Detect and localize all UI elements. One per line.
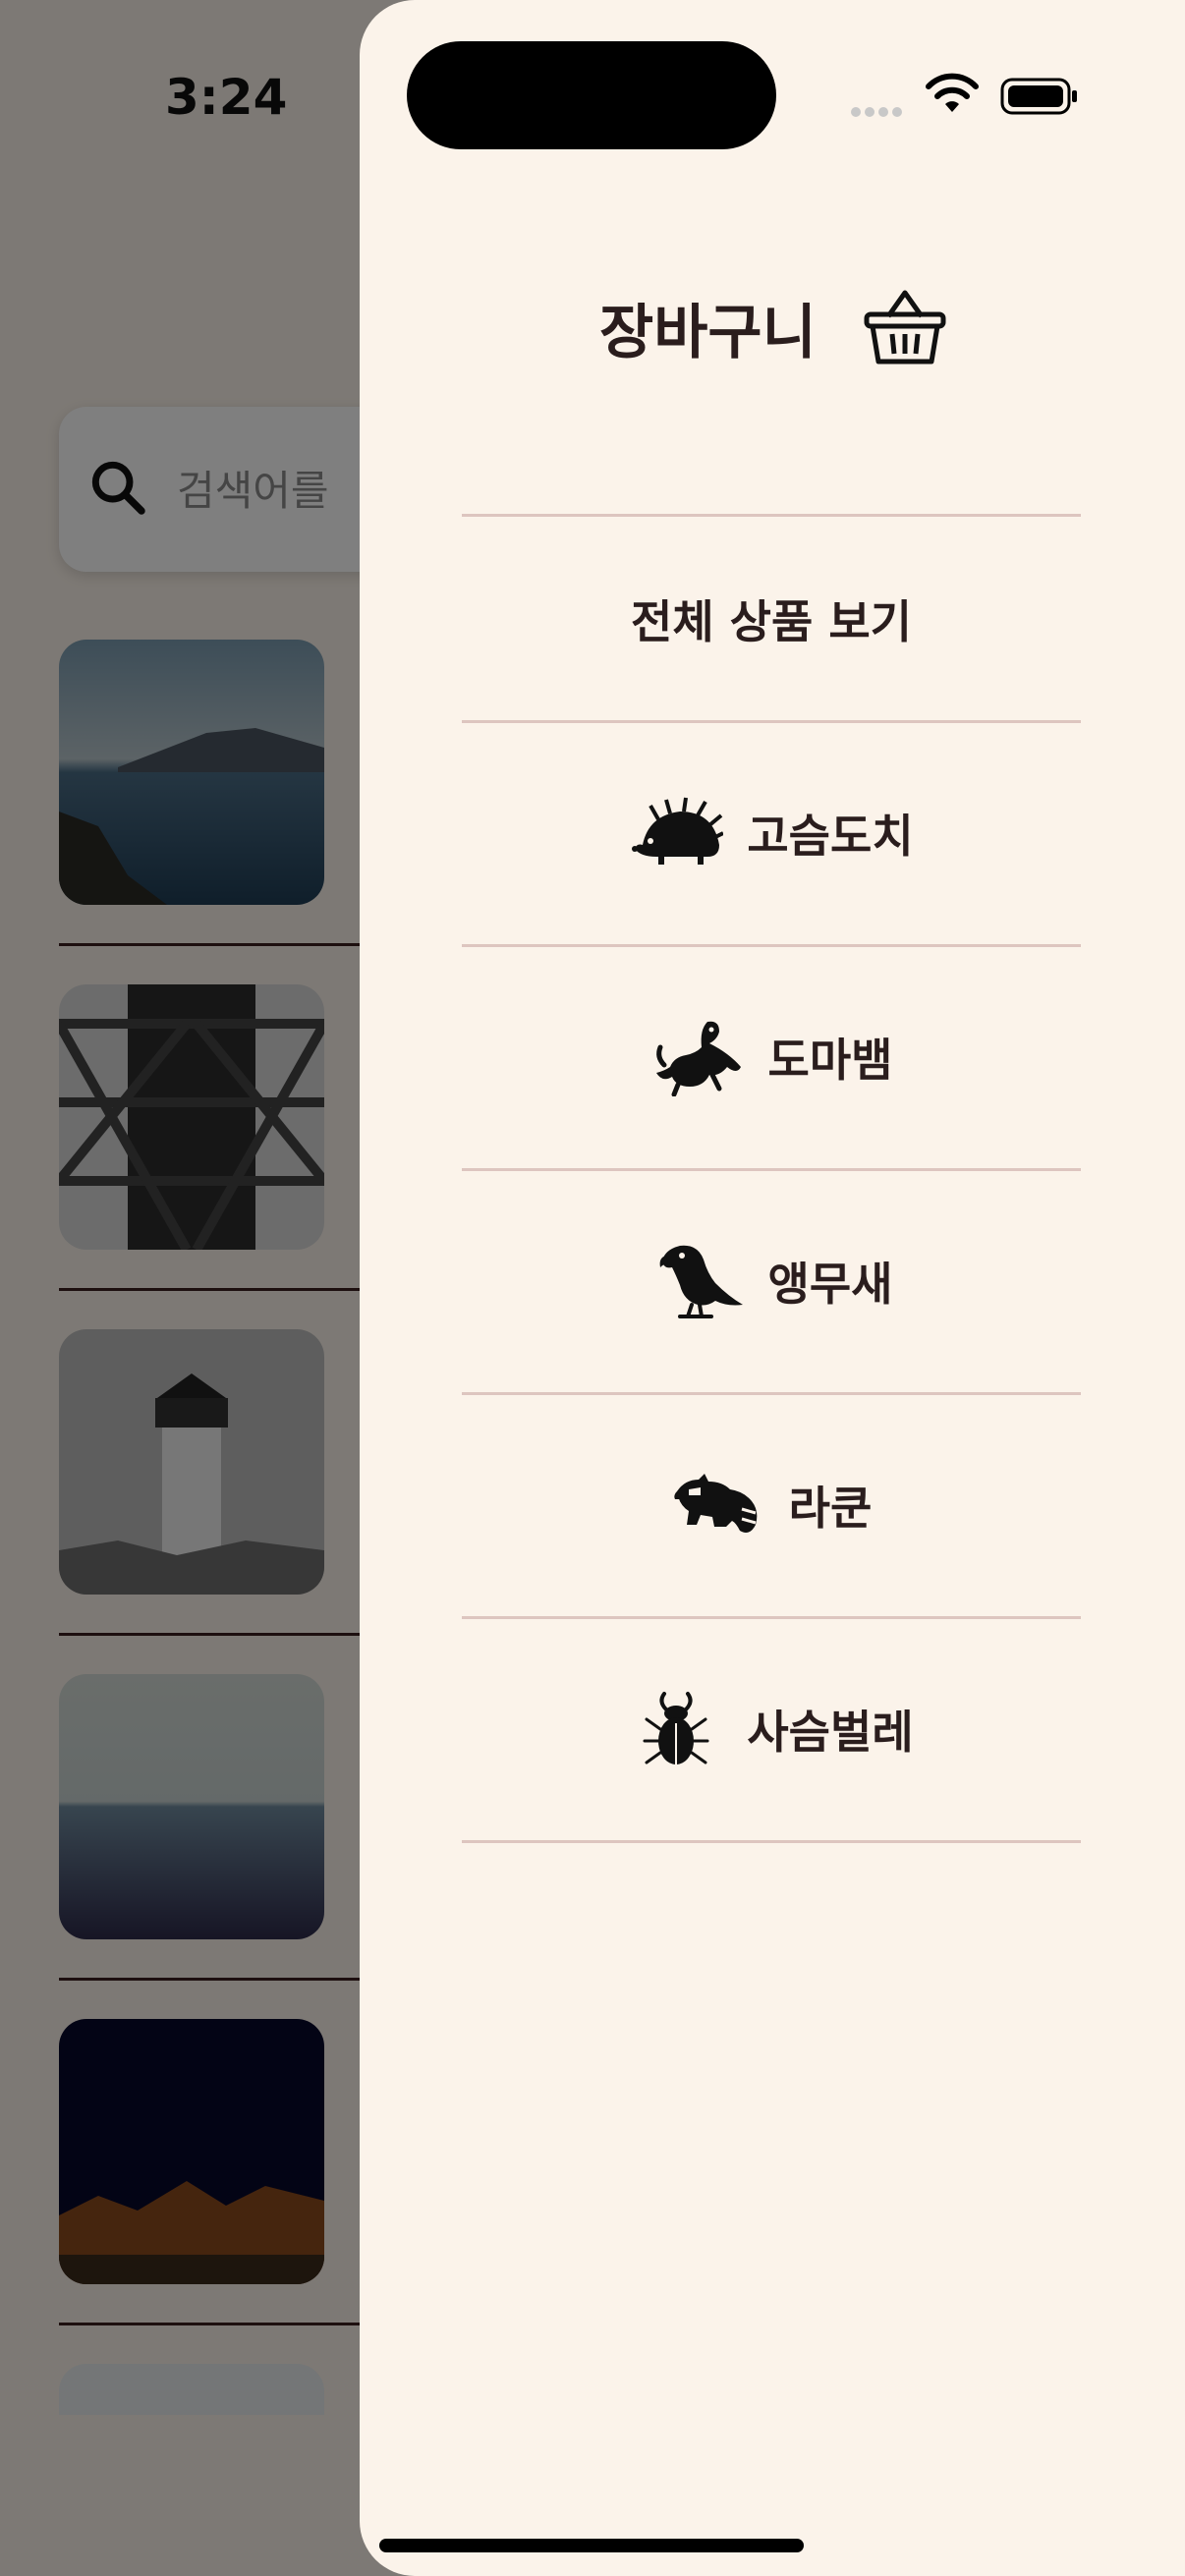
- menu-divider: [462, 1840, 1081, 1843]
- menu-item-all-products[interactable]: 전체 상품 보기: [462, 517, 1081, 720]
- menu-item-label: 라쿤: [788, 1482, 873, 1535]
- menu-item-label: 고슴도치: [747, 810, 914, 863]
- lizard-icon: [655, 1021, 741, 1096]
- basket-icon[interactable]: [863, 283, 947, 367]
- menu-item-stag-beetle[interactable]: 사슴벌레: [462, 1619, 1081, 1839]
- menu-item-label: 도마뱀: [767, 1034, 893, 1087]
- home-indicator: [379, 2539, 804, 2552]
- wifi-icon: [926, 73, 979, 112]
- menu-item-parrot[interactable]: 앵무새: [462, 1171, 1081, 1391]
- menu-item-label: 사슴벌레: [747, 1706, 914, 1759]
- raccoon-icon: [674, 1474, 758, 1533]
- drawer-title: 장바구니: [599, 299, 817, 367]
- hedgehog-icon: [632, 797, 724, 865]
- menu-item-label: 전체 상품 보기: [631, 594, 912, 648]
- dynamic-island: [407, 41, 776, 149]
- menu-item-label: 앵무새: [767, 1258, 893, 1311]
- parrot-icon: [659, 1245, 743, 1318]
- stag-beetle-icon: [643, 1692, 709, 1764]
- menu-item-lizard[interactable]: 도마뱀: [462, 947, 1081, 1167]
- menu-item-raccoon[interactable]: 라쿤: [462, 1395, 1081, 1615]
- battery-icon: [1000, 78, 1077, 115]
- signal-icon: [851, 102, 906, 121]
- menu-item-hedgehog[interactable]: 고슴도치: [462, 723, 1081, 943]
